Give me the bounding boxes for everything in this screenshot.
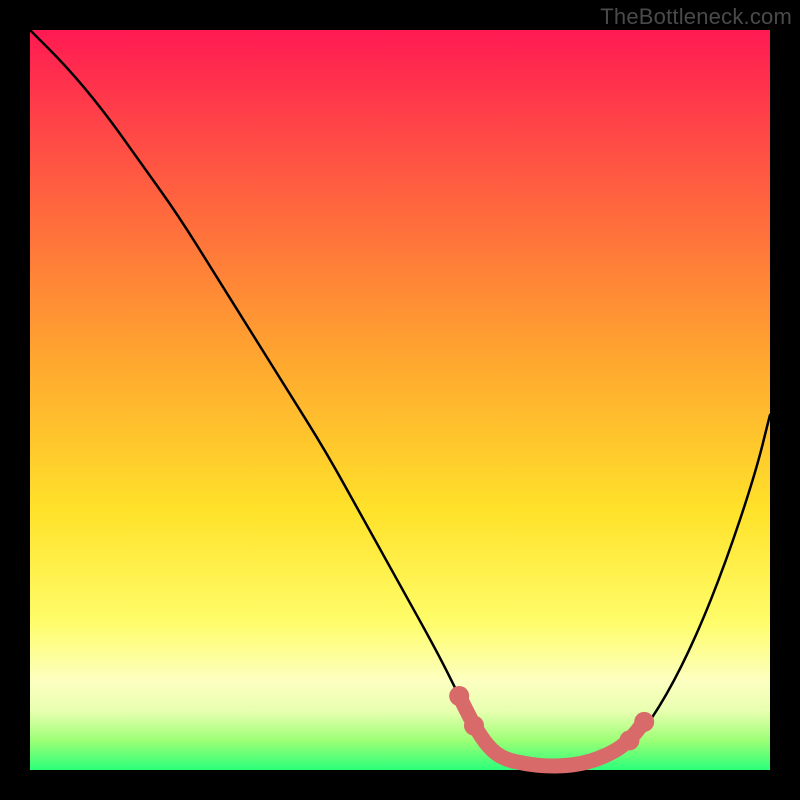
optimal-dot — [449, 686, 469, 706]
curve-layer — [30, 30, 770, 770]
optimal-band — [459, 696, 644, 766]
chart-frame: TheBottleneck.com — [0, 0, 800, 800]
optimal-dot — [619, 730, 639, 750]
optimal-dot — [634, 712, 654, 732]
optimal-dot — [464, 716, 484, 736]
watermark-text: TheBottleneck.com — [600, 4, 792, 30]
plot-area — [30, 30, 770, 770]
bottleneck-curve — [30, 30, 770, 766]
